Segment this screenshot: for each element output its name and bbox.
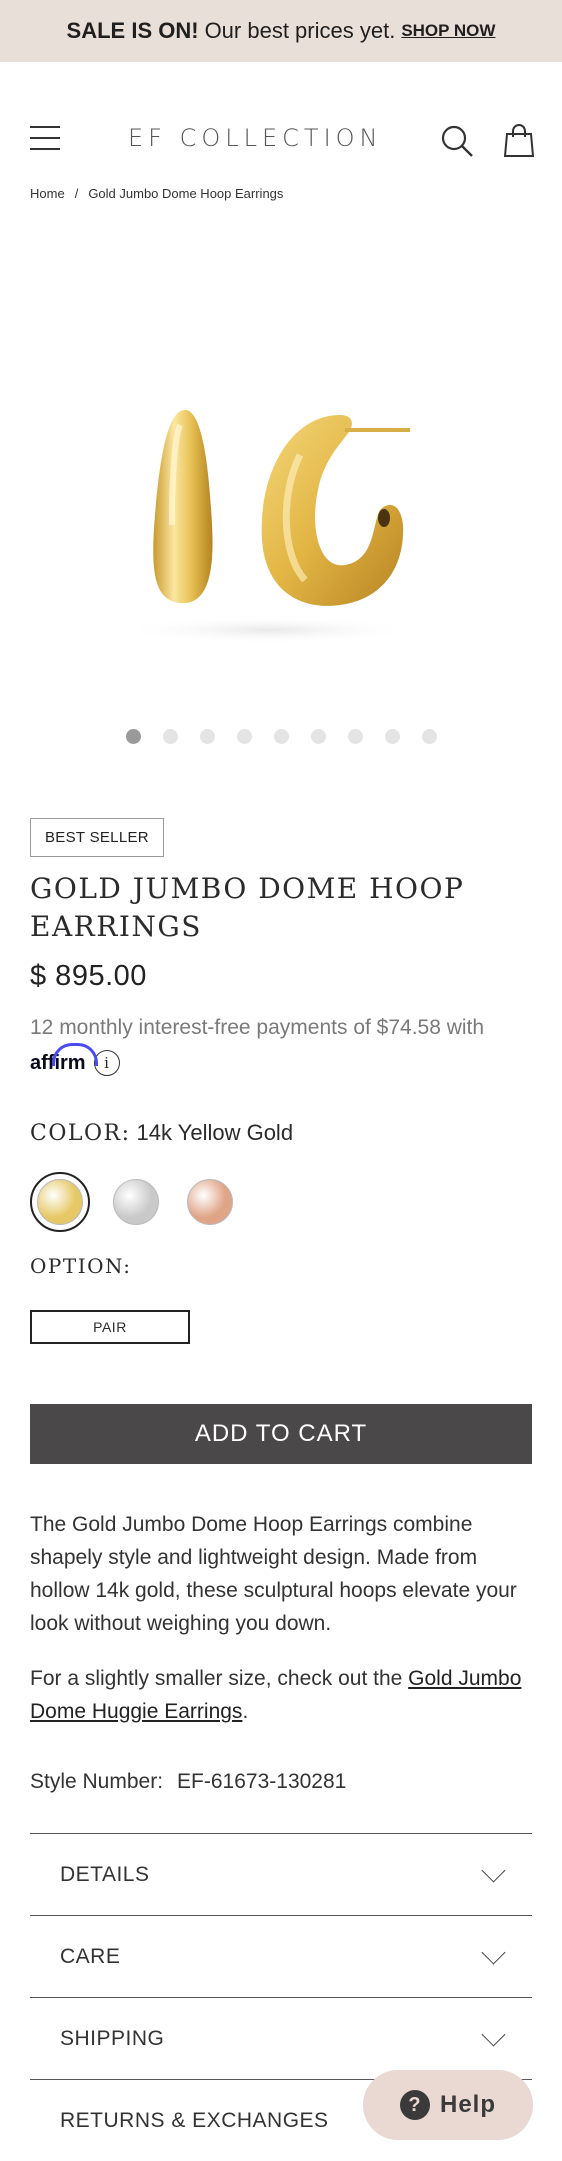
color-swatch[interactable] [182, 1174, 238, 1230]
style-number-label: Style Number: [30, 1770, 164, 1793]
gallery-dot[interactable] [421, 729, 437, 744]
accordion-item[interactable]: DETAILS [30, 1833, 532, 1915]
breadcrumb-current: Gold Jumbo Dome Hoop Earrings [88, 186, 284, 201]
gallery-dot[interactable] [236, 729, 252, 744]
color-swatch[interactable] [108, 1174, 164, 1230]
related-product-text: For a slightly smaller size, check out t… [30, 1667, 522, 1723]
product-image[interactable] [0, 225, 562, 715]
help-label: Help [439, 2091, 496, 2118]
accordion-item[interactable]: SHIPPING [30, 1997, 532, 2079]
help-button[interactable]: ? Help [363, 2070, 533, 2140]
accordion-item[interactable]: CARE [30, 1915, 532, 1997]
affirm-text: 12 monthly interest-free payments of $74… [30, 1016, 485, 1039]
gallery-pagination [0, 729, 562, 744]
color-swatch-fill [187, 1179, 233, 1225]
brand-logo[interactable]: EF COLLECTION [128, 124, 383, 152]
accordion-label: DETAILS [60, 1862, 150, 1886]
gallery-dot[interactable] [199, 729, 215, 744]
banner-text: Our best prices yet. [204, 18, 396, 43]
breadcrumb: Home / Gold Jumbo Dome Hoop Earrings [30, 186, 283, 201]
gallery-dot[interactable] [347, 729, 363, 744]
gallery-dot[interactable] [384, 729, 400, 744]
gallery-dot[interactable] [310, 729, 326, 744]
chevron-down-icon [481, 2022, 506, 2047]
color-swatches [30, 1172, 238, 1232]
color-label-row: COLOR: 14k Yellow Gold [30, 1120, 293, 1146]
product-price: $ 895.00 [30, 960, 147, 992]
chevron-down-icon [481, 1940, 506, 1965]
chevron-down-icon [481, 1858, 506, 1883]
option-pair-button[interactable]: PAIR [30, 1310, 190, 1344]
accordion-label: RETURNS & EXCHANGES [60, 2108, 329, 2132]
help-icon: ? [399, 2090, 430, 2120]
menu-icon[interactable] [30, 124, 60, 152]
option-label: OPTION: [30, 1254, 132, 1278]
style-number-value: EF-61673-130281 [177, 1770, 347, 1793]
banner-headline: SALE IS ON! [66, 18, 199, 43]
product-title: GOLD JUMBO DOME HOOP EARRINGS [30, 872, 465, 943]
affirm-logo[interactable]: affirm [30, 1042, 98, 1075]
add-to-cart-button[interactable]: ADD TO CART [30, 1404, 532, 1464]
search-icon[interactable] [440, 124, 474, 158]
shop-now-link[interactable]: SHOP NOW [401, 21, 495, 41]
gallery-dot[interactable] [162, 729, 178, 744]
color-label: COLOR: [30, 1121, 131, 1146]
accordion-label: CARE [60, 1944, 121, 1968]
bag-icon[interactable] [504, 124, 534, 158]
accordion-label: SHIPPING [60, 2026, 165, 2050]
color-value: 14k Yellow Gold [136, 1120, 294, 1145]
color-swatch-fill [113, 1179, 159, 1225]
promo-banner[interactable]: SALE IS ON! Our best prices yet. SHOP NO… [0, 0, 562, 62]
color-swatch-fill [37, 1179, 83, 1225]
color-swatch[interactable] [30, 1172, 90, 1232]
gallery-dot[interactable] [273, 729, 289, 744]
breadcrumb-home[interactable]: Home [30, 186, 65, 201]
style-number: Style Number: EF-61673-130281 [30, 1770, 346, 1794]
gallery-dot[interactable] [125, 729, 141, 744]
breadcrumb-separator: / [74, 186, 79, 201]
affirm-row: affirm i [30, 1042, 120, 1076]
product-description: The Gold Jumbo Dome Hoop Earrings combin… [30, 1513, 517, 1635]
best-seller-badge: BEST SELLER [30, 818, 164, 857]
